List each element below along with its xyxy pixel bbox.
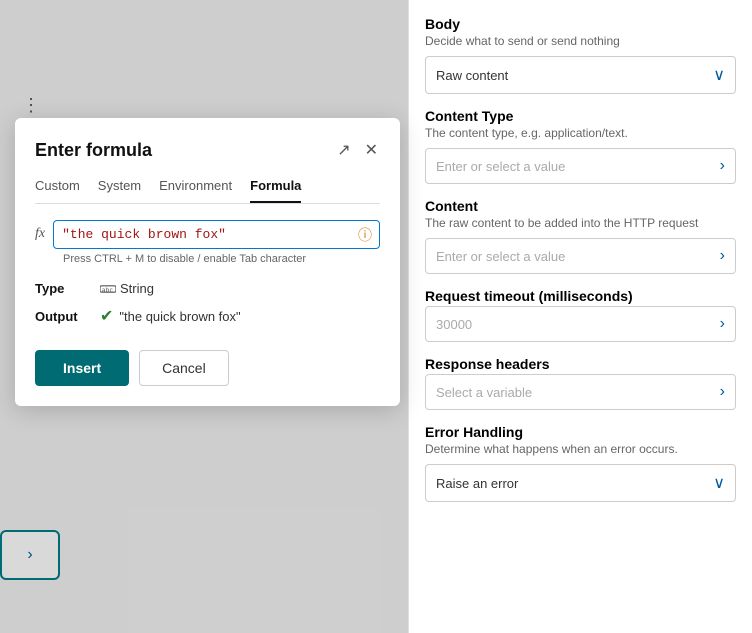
- response-headers-title: Response headers: [425, 356, 736, 372]
- modal-header: Enter formula ↗ ✕: [35, 138, 380, 162]
- close-button[interactable]: ✕: [363, 138, 380, 162]
- tab-system[interactable]: System: [98, 178, 141, 203]
- cancel-button[interactable]: Cancel: [139, 350, 229, 386]
- expand-button[interactable]: ↗: [335, 138, 352, 162]
- content-desc: The raw content to be added into the HTT…: [425, 216, 736, 230]
- body-desc: Decide what to send or send nothing: [425, 34, 736, 48]
- body-title: Body: [425, 16, 736, 32]
- chevron-right-icon: ›: [720, 157, 725, 175]
- modal-footer: Insert Cancel: [35, 350, 380, 386]
- content-chevron-right-icon: ›: [720, 247, 725, 265]
- formula-tabs: Custom System Environment Formula: [35, 178, 380, 204]
- enter-formula-modal: Enter formula ↗ ✕ Custom System Environm…: [15, 118, 400, 406]
- svg-text:abc: abc: [102, 286, 114, 294]
- error-handling-value: Raise an error: [436, 476, 518, 491]
- output-label: Output: [35, 309, 90, 324]
- content-type-field[interactable]: Enter or select a value ›: [425, 148, 736, 184]
- tab-formula[interactable]: Formula: [250, 178, 301, 203]
- output-value-text: "the quick brown fox": [119, 309, 240, 324]
- response-headers-field[interactable]: Select a variable ›: [425, 374, 736, 410]
- content-placeholder: Enter or select a value: [436, 249, 565, 264]
- timeout-title: Request timeout (milliseconds): [425, 288, 736, 304]
- formula-input[interactable]: [53, 220, 380, 249]
- modal-title: Enter formula: [35, 140, 152, 161]
- timeout-section: Request timeout (milliseconds) 30000 ›: [425, 288, 736, 342]
- body-dropdown-value: Raw content: [436, 68, 508, 83]
- chevron-down-icon: ∨: [713, 65, 725, 85]
- error-handling-section: Error Handling Determine what happens wh…: [425, 424, 736, 502]
- tab-environment[interactable]: Environment: [159, 178, 232, 203]
- output-row: Output ✔ "the quick brown fox": [35, 306, 380, 326]
- modal-icon-group: ↗ ✕: [335, 138, 380, 162]
- body-section: Body Decide what to send or send nothing…: [425, 16, 736, 94]
- string-type-icon: abc: [100, 283, 116, 295]
- response-chevron-right-icon: ›: [720, 383, 725, 401]
- response-headers-placeholder: Select a variable: [436, 385, 532, 400]
- body-dropdown[interactable]: Raw content ∨: [425, 56, 736, 94]
- type-label: Type: [35, 281, 90, 296]
- timeout-field[interactable]: 30000 ›: [425, 306, 736, 342]
- content-type-title: Content Type: [425, 108, 736, 124]
- formula-input-area: fx ⓘ: [35, 220, 380, 249]
- error-handling-desc: Determine what happens when an error occ…: [425, 442, 736, 456]
- right-panel: Body Decide what to send or send nothing…: [408, 0, 752, 633]
- error-handling-dropdown[interactable]: Raise an error ∨: [425, 464, 736, 502]
- formula-input-wrapper: ⓘ: [53, 220, 380, 249]
- response-headers-section: Response headers Select a variable ›: [425, 356, 736, 410]
- formula-hint: Press CTRL + M to disable / enable Tab c…: [35, 253, 380, 265]
- type-value-text: String: [120, 281, 154, 296]
- content-section: Content The raw content to be added into…: [425, 198, 736, 274]
- type-value: abc String: [100, 281, 154, 296]
- error-chevron-down-icon: ∨: [713, 473, 725, 493]
- close-icon: ✕: [365, 142, 378, 159]
- expand-icon: ↗: [337, 142, 350, 159]
- output-value: ✔ "the quick brown fox": [100, 306, 241, 326]
- content-type-section: Content Type The content type, e.g. appl…: [425, 108, 736, 184]
- insert-button[interactable]: Insert: [35, 350, 129, 386]
- check-icon: ✔: [100, 306, 113, 326]
- info-icon: ⓘ: [358, 225, 372, 245]
- timeout-chevron-right-icon: ›: [720, 315, 725, 333]
- fx-label: fx: [35, 220, 45, 242]
- tab-custom[interactable]: Custom: [35, 178, 80, 203]
- content-title: Content: [425, 198, 736, 214]
- content-type-placeholder: Enter or select a value: [436, 159, 565, 174]
- type-row: Type abc String: [35, 281, 380, 296]
- content-field[interactable]: Enter or select a value ›: [425, 238, 736, 274]
- error-handling-title: Error Handling: [425, 424, 736, 440]
- content-type-desc: The content type, e.g. application/text.: [425, 126, 736, 140]
- timeout-value: 30000: [436, 317, 472, 332]
